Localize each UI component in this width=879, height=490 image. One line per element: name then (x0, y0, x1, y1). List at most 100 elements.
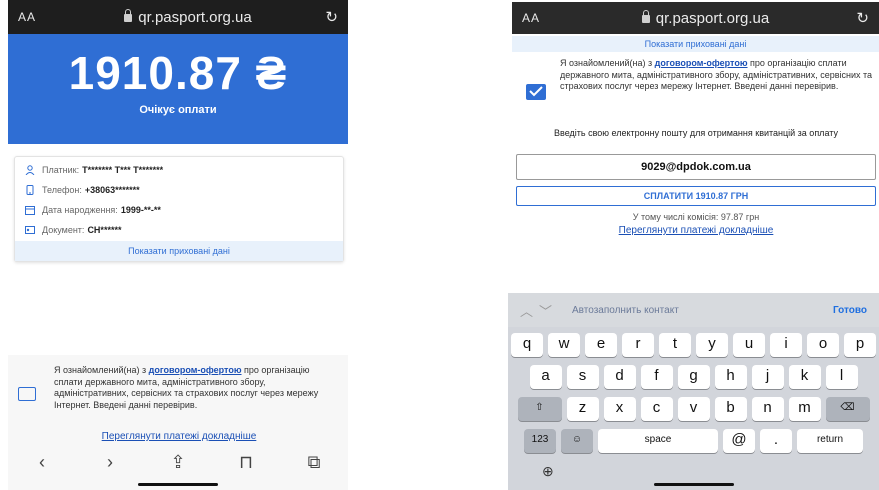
key-d[interactable]: d (603, 365, 636, 389)
home-indicator-2 (653, 483, 734, 486)
address-bar[interactable]: AA qr.pasport.org.ua ↻ (8, 0, 348, 34)
home-indicator (138, 483, 218, 486)
keyboard-panel: ︿﹀ Автозаполнить контакт Готово qwertyui… (508, 293, 879, 490)
phone-label: Телефон: (42, 185, 82, 195)
document-row: Документ: СН****** (15, 220, 343, 240)
agreement-text: Я ознайомлений(на) з договором-офертою п… (54, 365, 338, 411)
view-payments-details-link[interactable]: Переглянути платежі докладніше (54, 431, 304, 442)
payer-label: Платник: (42, 165, 80, 175)
agreement-block: Я ознайомлений(на) з договором-офертою п… (18, 365, 338, 411)
agreement-checkbox-checked[interactable] (526, 84, 546, 100)
field-navigation-arrows[interactable]: ︿﹀ (520, 301, 558, 320)
payer-info-card: Платник: Т******* Т*** Т******* Телефон: +… (14, 156, 344, 262)
key-i[interactable]: i (770, 333, 802, 357)
amount-banner: 1910.87 ₴ Очікує оплати (8, 34, 348, 144)
offer-contract-link-2[interactable]: договором-офертою (655, 58, 748, 68)
agreement-text-2: Я ознайомлений(на) з договором-офертою п… (560, 58, 872, 93)
return-key[interactable]: return (797, 429, 863, 453)
tabs-icon[interactable]: ⧉ (299, 452, 329, 473)
key-e[interactable]: e (585, 333, 617, 357)
agreement-checkbox[interactable] (18, 387, 36, 401)
commission-text: У тому числі комісія: 97.87 грн (632, 212, 760, 222)
done-button[interactable]: Готово (833, 305, 867, 316)
key-y[interactable]: y (696, 333, 728, 357)
view-payments-details-link-2[interactable]: Переглянути платежі докладніше (516, 225, 876, 236)
key-j[interactable]: j (751, 365, 784, 389)
pay-button[interactable]: СПЛАТИТИ 1910.87 ГРН (516, 186, 876, 206)
email-payment-panel: AA qr.pasport.org.ua ↻ Показати прихован… (512, 0, 879, 242)
at-key[interactable]: @ (723, 429, 755, 453)
document-label: Документ: (42, 225, 85, 235)
keyboard-accessory-bar: ︿﹀ Автозаполнить контакт Готово (508, 293, 879, 327)
back-icon[interactable]: ‹ (27, 452, 57, 473)
birthdate-label: Дата народження: (42, 205, 118, 215)
bookmarks-icon[interactable]: ⊓ (231, 452, 261, 473)
payment-summary-panel: AA qr.pasport.org.ua ↻ 1910.87 ₴ Очікує … (8, 0, 348, 270)
agreement-prefix: Я ознайомлений(на) з (54, 365, 149, 375)
show-hidden-data-button-2[interactable]: Показати приховані дані (512, 36, 879, 52)
key-b[interactable]: b (714, 397, 747, 421)
reader-aa-button[interactable]: AA (18, 10, 58, 24)
url-field[interactable]: qr.pasport.org.ua (58, 9, 318, 26)
reader-aa-button-2[interactable]: AA (522, 11, 562, 25)
keyboard-row-4: 123 ☺ space @ . return (508, 429, 879, 453)
person-icon (25, 165, 35, 175)
payer-value: Т******* Т*** Т******* (82, 165, 164, 175)
lock-icon (124, 9, 133, 22)
payment-amount: 1910.87 ₴ (68, 47, 288, 99)
birthdate-row: Дата народження: 1999-**-** (15, 200, 343, 220)
key-c[interactable]: c (640, 397, 673, 421)
phone-row: Телефон: +38063******* (15, 180, 343, 200)
key-a[interactable]: a (529, 365, 562, 389)
shift-key[interactable]: ⇧ (517, 397, 562, 421)
key-s[interactable]: s (566, 365, 599, 389)
key-l[interactable]: l (825, 365, 858, 389)
reload-icon[interactable]: ↻ (318, 8, 338, 26)
key-z[interactable]: z (566, 397, 599, 421)
key-n[interactable]: n (751, 397, 784, 421)
key-r[interactable]: r (622, 333, 654, 357)
agreement-prefix-2: Я ознайомлений(на) з (560, 58, 655, 68)
key-q[interactable]: q (511, 333, 543, 357)
key-m[interactable]: m (788, 397, 821, 421)
key-o[interactable]: o (807, 333, 839, 357)
key-x[interactable]: x (603, 397, 636, 421)
key-t[interactable]: t (659, 333, 691, 357)
forward-icon[interactable]: › (95, 452, 125, 473)
payer-row: Платник: Т******* Т*** Т******* (15, 160, 343, 180)
key-f[interactable]: f (640, 365, 673, 389)
globe-icon[interactable]: ⊕ (542, 463, 554, 480)
emoji-key[interactable]: ☺ (561, 429, 593, 453)
key-v[interactable]: v (677, 397, 710, 421)
autofill-contact-button[interactable]: Автозаполнить контакт (572, 305, 833, 316)
email-input[interactable]: 9029@dpdok.com.ua (516, 154, 876, 180)
keyboard-row-3: ⇧ zxcvbnm ⌫ (508, 397, 879, 421)
key-p[interactable]: p (844, 333, 876, 357)
agreement-panel-unchecked: Я ознайомлений(на) з договором-офертою п… (8, 355, 348, 490)
reload-icon[interactable]: ↻ (849, 9, 869, 27)
share-icon[interactable]: ⇪ (163, 452, 193, 473)
keyboard-row-1: qwertyuiop (508, 333, 879, 357)
key-k[interactable]: k (788, 365, 821, 389)
calendar-icon (25, 206, 35, 215)
offer-contract-link[interactable]: договором-офертою (149, 365, 242, 375)
space-key[interactable]: space (598, 429, 718, 453)
letter-keys-row-3: zxcvbnm (566, 397, 821, 421)
key-u[interactable]: u (733, 333, 765, 357)
address-bar-2[interactable]: AA qr.pasport.org.ua ↻ (512, 2, 879, 34)
payment-status: Очікує оплати (139, 104, 217, 116)
backspace-key[interactable]: ⌫ (825, 397, 870, 421)
key-h[interactable]: h (714, 365, 747, 389)
keyboard-row-2: asdfghjkl (508, 365, 879, 389)
screenshot-collage: AA qr.pasport.org.ua ↻ 1910.87 ₴ Очікує … (0, 0, 879, 490)
numbers-key[interactable]: 123 (524, 429, 556, 453)
email-label: Введіть свою електронну пошту для отрима… (554, 128, 838, 138)
key-g[interactable]: g (677, 365, 710, 389)
url-field-2[interactable]: qr.pasport.org.ua (562, 10, 849, 27)
url-text-2: qr.pasport.org.ua (655, 9, 770, 27)
key-w[interactable]: w (548, 333, 580, 357)
dot-key[interactable]: . (760, 429, 792, 453)
phone-value: +38063******* (84, 185, 140, 195)
id-card-icon (25, 226, 35, 234)
show-hidden-data-button[interactable]: Показати приховані дані (15, 241, 343, 261)
